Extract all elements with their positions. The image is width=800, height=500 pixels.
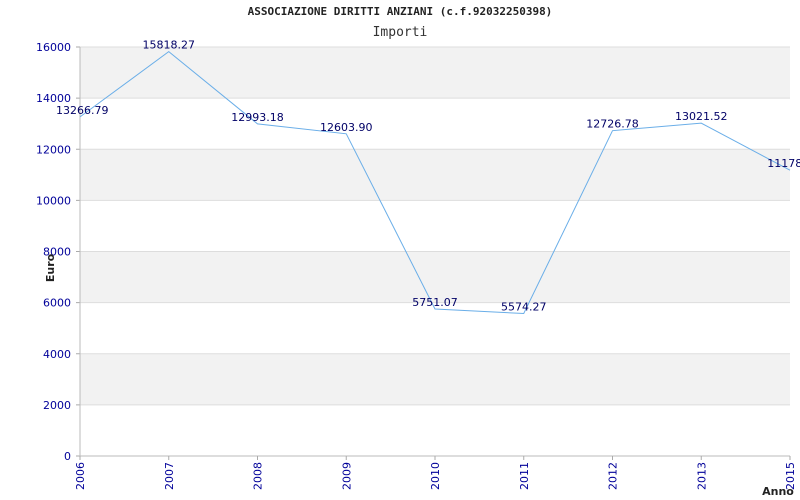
background-band <box>80 353 790 405</box>
x-axis-title: Anno <box>762 485 794 498</box>
y-tick-labels: 0200040006000800010000120001400016000 <box>36 41 71 463</box>
x-tick-label: 2007 <box>163 462 176 490</box>
x-tick-label: 2010 <box>429 462 442 490</box>
y-tick-label: 0 <box>64 450 71 463</box>
x-tick-labels: 2006 2007 2008 2009 2010 2011 2012 2013 2015 <box>74 462 797 490</box>
x-tick-label: 2009 <box>340 462 353 490</box>
y-tick-label: 16000 <box>36 41 71 54</box>
x-tick-label: 2008 <box>252 462 265 490</box>
background-band <box>80 149 790 201</box>
x-tick-label: 2013 <box>695 462 708 490</box>
x-tick-label: 2012 <box>607 462 620 490</box>
data-label: 12603.90 <box>320 121 373 134</box>
y-tick-label: 10000 <box>36 194 71 207</box>
line-chart: 13266.79 15818.27 12993.18 12603.90 5751.07 5… <box>36 39 800 498</box>
background-bands <box>80 47 790 405</box>
data-label: 5574.27 <box>501 301 547 314</box>
y-tick-label: 12000 <box>36 143 71 156</box>
data-label: 11178.8 <box>767 157 800 170</box>
y-tick-label: 6000 <box>43 297 71 310</box>
background-band <box>80 251 790 303</box>
y-tick-label: 14000 <box>36 92 71 105</box>
x-tick-label: 2011 <box>518 462 531 490</box>
data-label: 15818.27 <box>143 39 196 52</box>
y-tick-label: 2000 <box>43 399 71 412</box>
y-tick-label: 4000 <box>43 348 71 361</box>
y-axis-title: Euro <box>44 253 57 282</box>
data-label: 13021.52 <box>675 110 728 123</box>
data-label: 13266.79 <box>56 104 109 117</box>
data-label: 12993.18 <box>231 111 284 124</box>
background-band <box>80 47 790 99</box>
data-label: 5751.07 <box>412 296 458 309</box>
data-label: 12726.78 <box>586 118 639 131</box>
x-tick-label: 2006 <box>74 462 87 490</box>
